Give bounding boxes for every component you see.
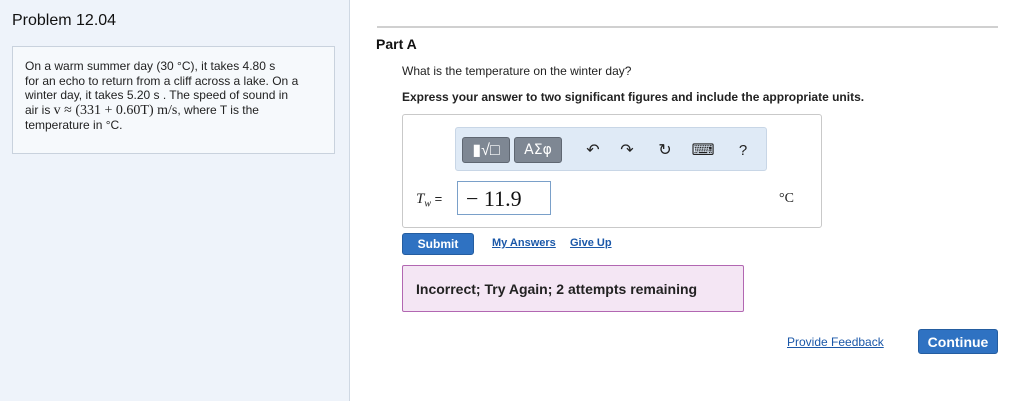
keyboard-button[interactable]: ⌨ [690, 137, 716, 163]
problem-text-fragment: , where T is the [177, 102, 259, 117]
answer-input[interactable]: − 11.9 [457, 181, 551, 215]
redo-icon: ↷ [620, 142, 634, 159]
templates-button[interactable]: ▮√□ [462, 137, 510, 163]
problem-panel: Problem 12.04 On a warm summer day (30 °… [0, 0, 350, 401]
unit-label: °C [779, 191, 794, 206]
problem-text-line: On a warm summer day (30 °C), it takes 4… [25, 59, 276, 73]
variable-label: Tw = [416, 191, 442, 210]
reset-button[interactable]: ↻ [652, 137, 678, 163]
speed-formula: v ≈ (331 + 0.60T) m/s [53, 102, 178, 118]
problem-statement: On a warm summer day (30 °C), it takes 4… [12, 46, 335, 154]
provide-feedback-link[interactable]: Provide Feedback [787, 335, 884, 349]
variable-subscript: w [424, 198, 432, 210]
redo-button[interactable]: ↷ [614, 137, 640, 163]
undo-icon: ↶ [586, 142, 600, 159]
answer-panel: ▮√□ ΑΣφ ↶ ↷ ↻ ⌨ ? Tw = − 11.9 °C [402, 114, 822, 228]
part-panel: Part A What is the temperature on the wi… [350, 0, 1022, 401]
problem-text-fragment: air is [25, 102, 54, 117]
templates-icon: ▮√□ [472, 142, 500, 159]
my-answers-link[interactable]: My Answers [492, 237, 556, 249]
problem-text-line: for an echo to return from a cliff acros… [25, 73, 299, 88]
problem-text-line: winter day, it takes 5.20 s . The speed … [25, 88, 289, 102]
math-toolbar: ▮√□ ΑΣφ ↶ ↷ ↻ ⌨ ? [455, 127, 767, 171]
problem-text-line: air is v ≈ (331 + 0.60T) m/s, where T is… [25, 103, 322, 119]
give-up-link[interactable]: Give Up [570, 237, 612, 249]
divider [377, 26, 998, 28]
greek-symbols-button[interactable]: ΑΣφ [514, 137, 562, 163]
reset-icon: ↻ [658, 142, 672, 159]
instruction-text: Express your answer to two significant f… [402, 90, 865, 104]
undo-button[interactable]: ↶ [580, 137, 606, 163]
question-text: What is the temperature on the winter da… [402, 64, 632, 78]
problem-title: Problem 12.04 [12, 12, 117, 29]
problem-text-line: temperature in °C. [25, 118, 123, 132]
greek-symbols-label: ΑΣφ [524, 142, 552, 158]
incorrect-feedback: Incorrect; Try Again; 2 attempts remaini… [402, 265, 744, 312]
feedback-message: Incorrect; Try Again; 2 attempts remaini… [416, 280, 698, 297]
continue-button[interactable]: Continue [918, 329, 998, 354]
equals-sign: = [434, 191, 443, 206]
part-title: Part A [376, 36, 417, 52]
help-icon: ? [738, 141, 748, 159]
help-button[interactable]: ? [730, 137, 756, 163]
submit-button[interactable]: Submit [402, 233, 474, 255]
keyboard-icon: ⌨ [691, 142, 715, 159]
